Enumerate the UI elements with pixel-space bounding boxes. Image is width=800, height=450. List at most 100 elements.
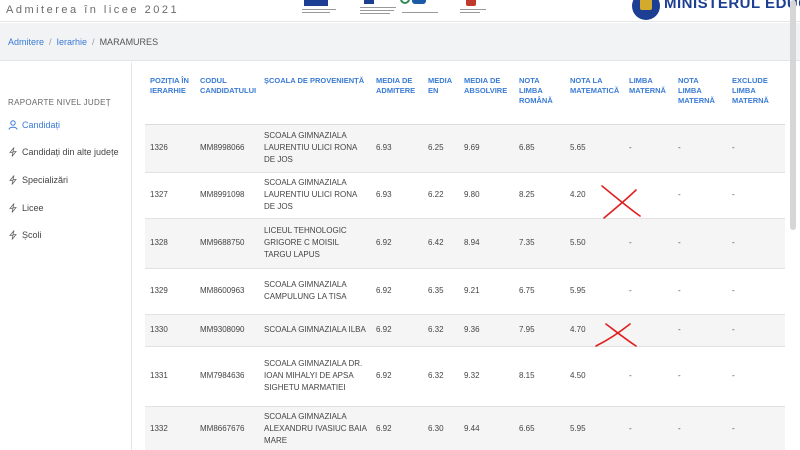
bolt-icon — [8, 147, 18, 157]
eu-logo — [300, 0, 340, 16]
red-x-annotation-icon — [595, 323, 637, 347]
table-cell: 5.95 — [565, 268, 624, 315]
table-cell: - — [673, 346, 727, 407]
table-cell: 8.15 — [514, 346, 565, 407]
table-cell: SCOALA GIMNAZIALA DR. IOAN MIHALYI DE AP… — [259, 346, 371, 407]
red-x-annotation-icon — [601, 185, 641, 219]
table-cell: 4.50 — [565, 346, 624, 407]
table-cell: 6.92 — [371, 314, 423, 347]
table-row: 1331 MM7984636 SCOALA GIMNAZIALA DR. IOA… — [145, 346, 785, 407]
table-cell: 6.32 — [423, 314, 459, 347]
table-cell: MM9688750 — [195, 218, 259, 269]
table-cell: MM9308090 — [195, 314, 259, 347]
table-cell: 9.44 — [459, 406, 514, 450]
table-cell: MM8991098 — [195, 172, 259, 219]
table-cell: 6.75 — [514, 268, 565, 315]
breadcrumb-current: MARAMURES — [99, 36, 159, 47]
ministry-name: MINISTERUL EDUCAȚIEI — [664, 0, 800, 12]
table-cell: - — [673, 268, 727, 315]
table-cell: MM8998066 — [195, 124, 259, 173]
table-cell: 1331 — [145, 346, 195, 407]
sidebar-item-candidati-alte-judete[interactable]: Candidați din alte județe — [8, 147, 119, 157]
table-cell: SCOALA GIMNAZIALA LAURENTIU ULICI RONA D… — [259, 172, 371, 219]
bolt-icon — [8, 203, 18, 213]
table-cell: - — [727, 268, 785, 315]
government-logo — [358, 0, 398, 18]
sidebar-item-label: Candidați din alte județe — [22, 147, 119, 157]
table-cell: - — [673, 124, 727, 173]
table-cell: 1326 — [145, 124, 195, 173]
table-cell: MM8600963 — [195, 268, 259, 315]
sidebar: RAPOARTE NIVEL JUDEȚ Candidați Candidați… — [0, 62, 132, 450]
table-cell: 6.22 — [423, 172, 459, 219]
institution-logo — [458, 0, 488, 18]
table-cell: 1332 — [145, 406, 195, 450]
column-header[interactable]: NOTA LA MATEMATICĂ — [565, 62, 624, 125]
sidebar-item-candidati[interactable]: Candidați — [8, 120, 60, 130]
table-row: 1330 MM9308090 SCOALA GIMNAZIALA ILBA 6.… — [145, 314, 785, 347]
table-row: 1327 MM8991098 SCOALA GIMNAZIALA LAURENT… — [145, 172, 785, 219]
breadcrumb-admitere[interactable]: Admitere — [8, 37, 44, 47]
table-cell: 6.92 — [371, 268, 423, 315]
results-table: POZIȚIA ÎN IERARHIE CODUL CANDIDATULUI Ș… — [145, 62, 785, 450]
table-cell: - — [673, 218, 727, 269]
ministry-crest-icon — [632, 0, 660, 20]
table-header-row: POZIȚIA ÎN IERARHIE CODUL CANDIDATULUI Ș… — [145, 62, 785, 125]
table-cell: LICEUL TEHNOLOGIC GRIGORE C MOISIL TARGU… — [259, 218, 371, 269]
table-cell: 9.36 — [459, 314, 514, 347]
column-header[interactable]: POZIȚIA ÎN IERARHIE — [145, 62, 195, 125]
table-cell: 6.93 — [371, 124, 423, 173]
column-header[interactable]: CODUL CANDIDATULUI — [195, 62, 259, 125]
sidebar-item-specializari[interactable]: Specializări — [8, 175, 68, 185]
column-header[interactable]: MEDIA EN — [423, 62, 459, 125]
table-cell: - — [624, 346, 673, 407]
table-cell: 5.50 — [565, 218, 624, 269]
table-cell: MM8667676 — [195, 406, 259, 450]
column-header[interactable]: EXCLUDE LIMBA MATERNĂ — [727, 62, 785, 125]
table-cell: SCOALA GIMNAZIALA ALEXANDRU IVASIUC BAIA… — [259, 406, 371, 450]
table-cell: - — [624, 268, 673, 315]
scrollbar[interactable] — [790, 0, 796, 230]
table-cell: 9.32 — [459, 346, 514, 407]
column-header[interactable]: MEDIA DE ABSOLVIRE — [459, 62, 514, 125]
table-cell: SCOALA GIMNAZIALA CAMPULUNG LA TISA — [259, 268, 371, 315]
table-cell: 1329 — [145, 268, 195, 315]
table-cell: 7.35 — [514, 218, 565, 269]
table-cell: - — [727, 314, 785, 347]
breadcrumb-separator: / — [92, 36, 95, 47]
table-cell: - — [673, 172, 727, 219]
table-cell: 6.92 — [371, 406, 423, 450]
table-cell: 5.65 — [565, 124, 624, 173]
table-cell: 1330 — [145, 314, 195, 347]
table-cell: 6.25 — [423, 124, 459, 173]
table-cell: SCOALA GIMNAZIALA LAURENTIU ULICI RONA D… — [259, 124, 371, 173]
breadcrumb-ierarhie[interactable]: Ierarhie — [57, 37, 88, 47]
results-table-container: POZIȚIA ÎN IERARHIE CODUL CANDIDATULUI Ș… — [145, 62, 785, 450]
table-cell: 6.92 — [371, 218, 423, 269]
column-header[interactable]: MEDIA DE ADMITERE — [371, 62, 423, 125]
table-row: 1332 MM8667676 SCOALA GIMNAZIALA ALEXAND… — [145, 406, 785, 450]
table-cell: 9.69 — [459, 124, 514, 173]
table-cell: 6.93 — [371, 172, 423, 219]
sidebar-item-scoli[interactable]: Școli — [8, 230, 42, 240]
column-header[interactable]: ȘCOALA DE PROVENIENȚĂ — [259, 62, 371, 125]
app-header: Admiterea în licee 2021 MINISTERUL EDUCA… — [0, 0, 800, 22]
column-header[interactable]: NOTA LIMBA MATERNĂ — [673, 62, 727, 125]
column-header[interactable]: NOTA LIMBA ROMÂNĂ — [514, 62, 565, 125]
table-cell: 8.94 — [459, 218, 514, 269]
table-row: 1328 MM9688750 LICEUL TEHNOLOGIC GRIGORE… — [145, 218, 785, 269]
sidebar-item-licee[interactable]: Licee — [8, 203, 44, 213]
breadcrumb: Admitere / Ierarhie / MARAMURES — [0, 23, 800, 61]
sidebar-item-label: Candidați — [22, 120, 61, 130]
bolt-icon — [8, 175, 18, 185]
table-cell: 1328 — [145, 218, 195, 269]
table-row: 1329 MM8600963 SCOALA GIMNAZIALA CAMPULU… — [145, 268, 785, 315]
table-cell: - — [727, 406, 785, 450]
app-title: Admiterea în licee 2021 — [6, 4, 180, 16]
column-header[interactable]: LIMBA MATERNĂ — [624, 62, 673, 125]
sidebar-item-label: Școli — [22, 230, 42, 240]
breadcrumb-separator: / — [49, 36, 52, 47]
sidebar-heading: RAPOARTE NIVEL JUDEȚ — [8, 98, 111, 107]
sidebar-item-label: Licee — [22, 203, 44, 213]
table-cell: - — [727, 124, 785, 173]
